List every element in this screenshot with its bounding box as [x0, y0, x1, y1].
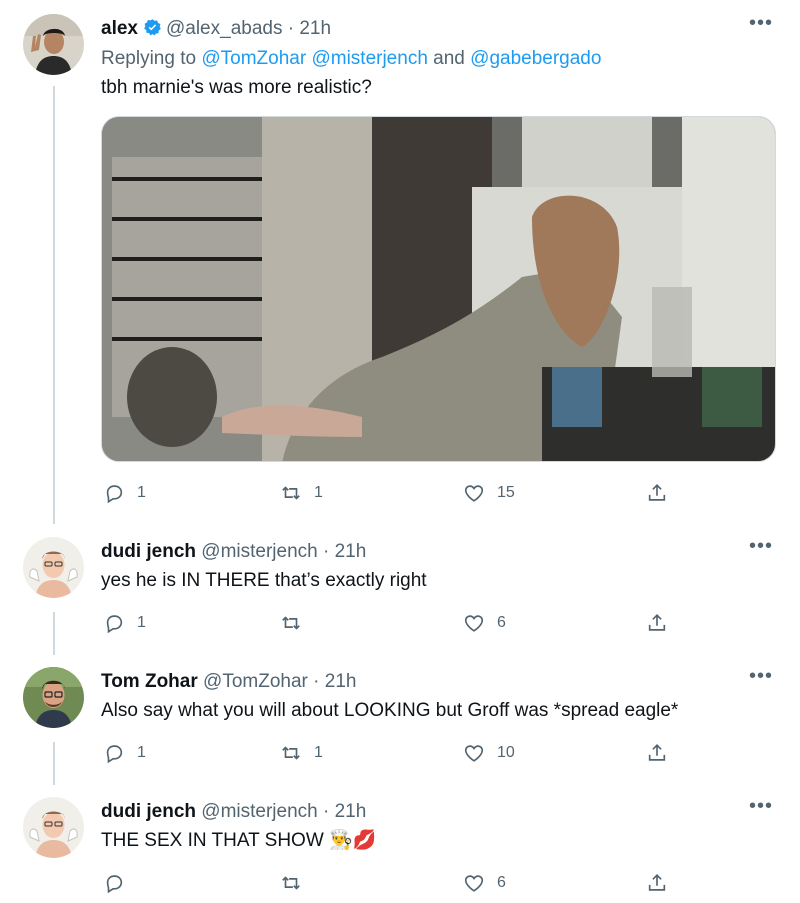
like-button[interactable]: 15 [463, 480, 515, 506]
retweet-button[interactable]: 1 [280, 480, 323, 506]
more-options-icon[interactable]: ••• [748, 796, 774, 822]
user-handle[interactable]: @TomZohar [203, 671, 308, 692]
tweet[interactable]: dudi jench @misterjench · 21h ••• yes he… [0, 520, 800, 650]
user-handle[interactable]: @misterjench [201, 541, 317, 562]
like-count: 15 [497, 484, 515, 501]
share-icon [648, 744, 666, 761]
verified-badge-icon [143, 18, 162, 37]
heart-icon [464, 485, 484, 502]
avatar[interactable] [23, 797, 84, 858]
display-name[interactable]: dudi jench [101, 541, 196, 562]
replying-to-and: and [427, 48, 471, 69]
mention-link[interactable]: @TomZohar [201, 48, 306, 69]
retweet-icon [282, 616, 300, 630]
separator-dot: · [317, 541, 335, 562]
tweet-actions: 1 1 10 [101, 740, 671, 766]
share-icon [648, 874, 666, 891]
share-button[interactable] [646, 480, 668, 506]
tweet[interactable]: Tom Zohar @TomZohar · 21h ••• Also say w… [0, 650, 800, 780]
timestamp[interactable]: 21h [325, 671, 357, 692]
tweet-actions: 6 [101, 870, 671, 896]
separator-dot: · [307, 671, 325, 692]
timestamp[interactable]: 21h [335, 541, 367, 562]
reply-count: 1 [137, 484, 146, 501]
display-name[interactable]: alex [101, 18, 138, 39]
reply-button[interactable]: 1 [103, 480, 146, 506]
like-count: 6 [497, 874, 506, 891]
retweet-icon [282, 746, 300, 760]
tweet-text-body: THE SEX IN THAT SHOW [101, 830, 324, 851]
separator-dot: · [317, 801, 335, 822]
reply-count: 1 [137, 614, 146, 631]
heart-icon [464, 875, 484, 892]
tweet-actions: 1 6 [101, 610, 671, 636]
tweet-header: dudi jench @misterjench · 21h ••• [101, 796, 774, 825]
like-count: 10 [497, 744, 515, 761]
retweet-icon [282, 876, 300, 890]
like-button[interactable]: 6 [463, 870, 506, 896]
reply-icon [106, 745, 123, 764]
reply-icon [106, 875, 123, 894]
emoji: 👨‍🍳💋 [329, 830, 377, 851]
more-options-icon[interactable]: ••• [748, 536, 774, 562]
tweet-text: Also say what you will about LOOKING but… [101, 700, 679, 721]
tweet-header: Tom Zohar @TomZohar · 21h ••• [101, 666, 774, 695]
retweet-icon [282, 486, 300, 500]
display-name[interactable]: Tom Zohar [101, 671, 198, 692]
retweet-count: 1 [314, 744, 323, 761]
share-button[interactable] [646, 610, 668, 636]
reply-button[interactable] [103, 870, 137, 896]
share-icon [648, 484, 666, 501]
heart-icon [464, 745, 484, 762]
more-options-icon[interactable]: ••• [748, 13, 774, 39]
avatar[interactable] [23, 537, 84, 598]
tweet-text: THE SEX IN THAT SHOW 👨‍🍳💋 [101, 828, 774, 854]
heart-icon [464, 615, 484, 632]
retweet-button[interactable] [280, 870, 314, 896]
tweet-actions: 1 1 15 [101, 480, 671, 506]
tweet-photo [102, 117, 775, 461]
reply-button[interactable]: 1 [103, 610, 146, 636]
share-icon [648, 614, 666, 631]
retweet-button[interactable] [280, 610, 314, 636]
like-count: 6 [497, 614, 506, 631]
tweet-header: alex @alex_abads · 21h ••• [101, 13, 774, 42]
share-button[interactable] [646, 740, 668, 766]
avatar-image [23, 537, 84, 598]
avatar-image [23, 797, 84, 858]
tweet-text: tbh marnie's was more realistic? [101, 77, 372, 98]
avatar[interactable] [23, 667, 84, 728]
user-handle[interactable]: @alex_abads [166, 18, 282, 39]
display-name[interactable]: dudi jench [101, 801, 196, 822]
avatar-image [23, 14, 84, 75]
reply-icon [106, 615, 123, 634]
retweet-count: 1 [314, 484, 323, 501]
like-button[interactable]: 6 [463, 610, 506, 636]
separator-dot: · [282, 18, 300, 39]
share-button[interactable] [646, 870, 668, 896]
replying-to: Replying to @TomZohar @misterjench and @… [101, 46, 774, 72]
reply-icon [106, 485, 123, 504]
reply-count: 1 [137, 744, 146, 761]
tweet-text: yes he is IN THERE that’s exactly right [101, 570, 427, 591]
timestamp[interactable]: 21h [299, 18, 331, 39]
tweet[interactable]: alex @alex_abads · 21h ••• Replying to @T… [0, 0, 800, 520]
avatar-image [23, 667, 84, 728]
user-handle[interactable]: @misterjench [201, 801, 317, 822]
retweet-button[interactable]: 1 [280, 740, 323, 766]
replying-to-label: Replying to [101, 48, 202, 69]
like-button[interactable]: 10 [463, 740, 515, 766]
more-options-icon[interactable]: ••• [748, 666, 774, 692]
tweet-header: dudi jench @misterjench · 21h ••• [101, 536, 774, 565]
reply-button[interactable]: 1 [103, 740, 146, 766]
timestamp[interactable]: 21h [335, 801, 367, 822]
tweet-image[interactable] [101, 116, 776, 462]
mention-link[interactable]: @misterjench [311, 48, 427, 69]
tweet[interactable]: dudi jench @misterjench · 21h ••• THE SE… [0, 780, 800, 903]
avatar[interactable] [23, 14, 84, 75]
mention-link[interactable]: @gabebergado [470, 48, 601, 69]
